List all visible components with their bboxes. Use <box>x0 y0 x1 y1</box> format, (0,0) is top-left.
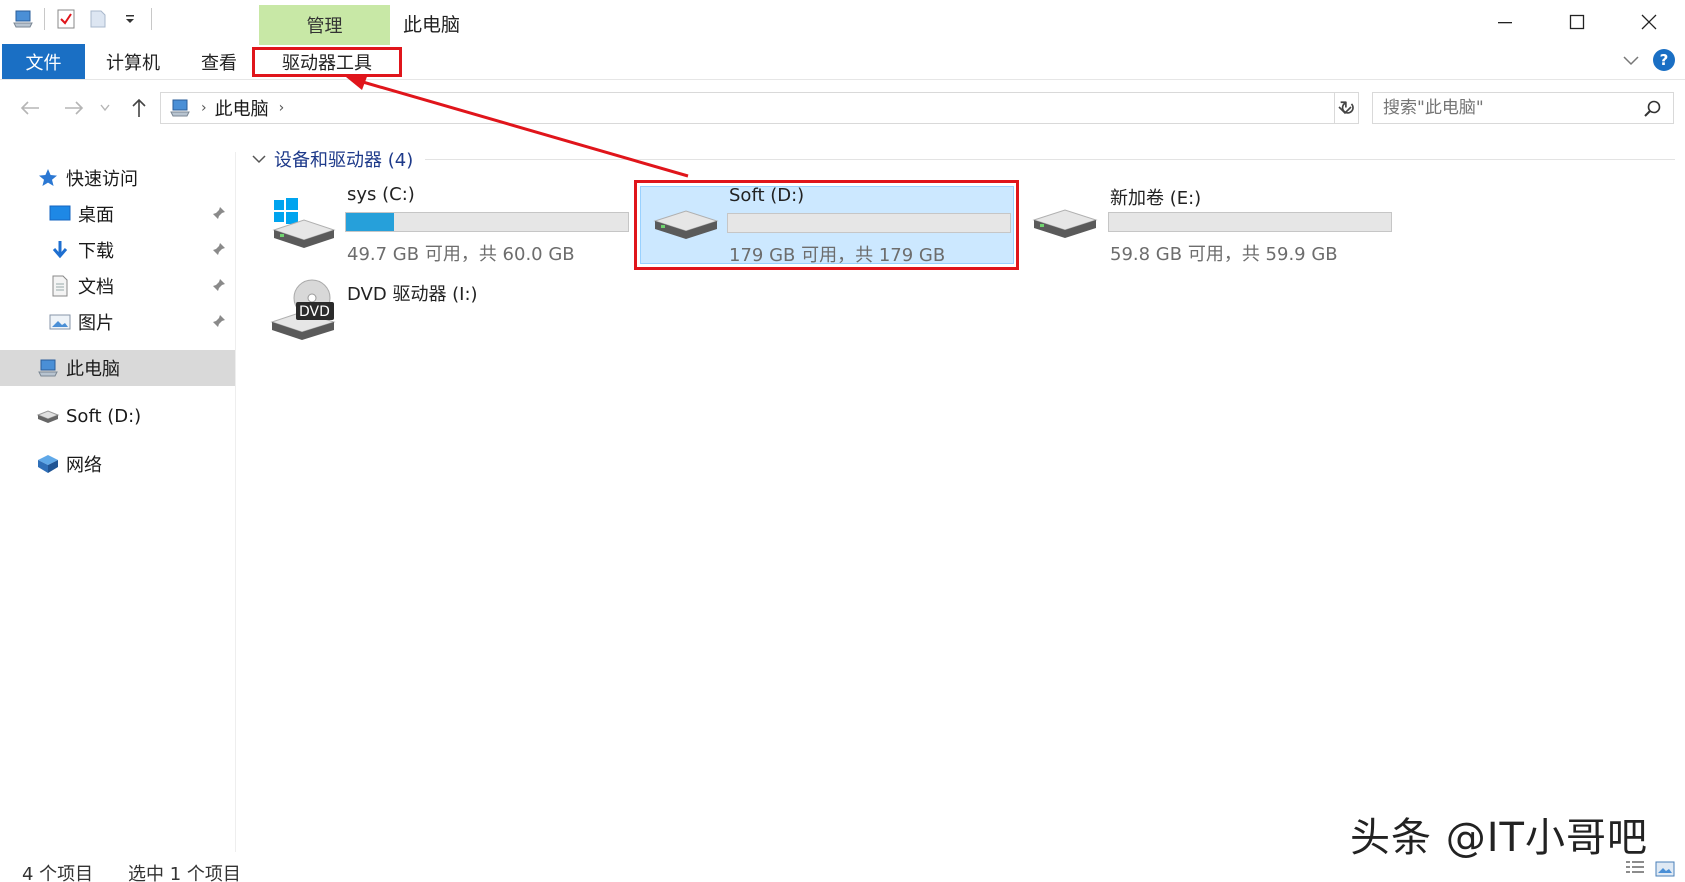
properties-icon[interactable] <box>55 8 77 30</box>
computer-icon <box>169 98 191 118</box>
forward-button[interactable] <box>60 94 88 122</box>
tab-view[interactable]: 查看 <box>196 44 242 79</box>
dvd-badge: DVD <box>299 304 330 320</box>
details-view-icon[interactable] <box>1625 860 1645 882</box>
sidebar-item-label: Soft (D:) <box>66 405 142 427</box>
desktop-icon <box>48 202 72 226</box>
back-button[interactable] <box>16 94 44 122</box>
address-bar[interactable]: › 此电脑 › <box>160 92 1359 124</box>
sidebar-item-label: 下载 <box>78 241 114 262</box>
back-arrow-icon <box>20 101 39 115</box>
computer-icon[interactable] <box>12 8 34 30</box>
sidebar-item-label: 桌面 <box>78 205 114 226</box>
drive-icon <box>36 404 60 428</box>
minimize-button[interactable] <box>1469 0 1541 44</box>
navigation-pane: 快速访问 桌面 下载 文档 图片 此电脑 Soft (D:) 网络 <box>0 152 236 852</box>
drive-tile-dvd[interactable]: DVD DVD 驱动器 (I:) <box>252 276 632 366</box>
ribbon-tab-bar: 文件 计算机 查看 驱动器工具 ? <box>0 44 1685 80</box>
sidebar-item-label: 文档 <box>78 277 114 298</box>
sidebar-item-desktop[interactable]: 桌面 <box>0 196 235 232</box>
drive-name: sys (C:) <box>347 184 415 205</box>
network-icon <box>36 452 60 476</box>
sidebar-item-documents[interactable]: 文档 <box>0 268 235 304</box>
sidebar-item-network[interactable]: 网络 <box>0 446 235 482</box>
maximize-icon <box>1569 14 1585 30</box>
section-divider <box>425 159 1675 160</box>
maximize-button[interactable] <box>1541 0 1613 44</box>
watermark-text: 头条 @IT小哥吧 <box>1350 815 1648 861</box>
drive-tile-e[interactable]: 新加卷 (E:) 59.8 GB 可用，共 59.9 GB <box>1022 180 1402 270</box>
drive-name: DVD 驱动器 (I:) <box>347 284 478 305</box>
tab-drive-tools[interactable]: 驱动器工具 <box>252 47 402 77</box>
chevron-down-icon <box>100 104 110 112</box>
view-toggle <box>1625 860 1675 882</box>
refresh-icon[interactable]: ↻ <box>1334 92 1360 124</box>
computer-icon <box>36 356 60 380</box>
close-icon <box>1641 14 1657 30</box>
pin-icon[interactable] <box>212 312 226 333</box>
annotation-arrow <box>346 74 689 178</box>
annotation-highlight-box <box>634 180 1019 270</box>
drive-tile-c[interactable]: sys (C:) 49.7 GB 可用，共 60.0 GB <box>252 180 632 270</box>
sidebar-item-soft-drive[interactable]: Soft (D:) <box>0 398 235 434</box>
section-header-devices[interactable]: 设备和驱动器 (4) <box>252 146 413 172</box>
ribbon-right-controls: ? <box>1623 49 1675 71</box>
help-icon[interactable]: ? <box>1653 49 1675 71</box>
customize-dropdown-icon[interactable] <box>119 8 141 30</box>
window-controls <box>1469 0 1685 44</box>
selection-count: 选中 1 个项目 <box>128 864 241 882</box>
chevron-down-icon <box>252 155 266 164</box>
pin-icon[interactable] <box>212 276 226 297</box>
tab-computer[interactable]: 计算机 <box>96 44 170 79</box>
sidebar-item-this-pc[interactable]: 此电脑 <box>0 350 235 386</box>
breadcrumb-this-pc[interactable]: 此电脑 <box>215 95 269 121</box>
pin-icon[interactable] <box>212 240 226 261</box>
download-arrow-icon <box>48 238 72 262</box>
window-title: 此电脑 <box>403 14 461 36</box>
sidebar-item-quick-access[interactable]: 快速访问 <box>0 160 235 196</box>
drive-icon <box>1032 206 1098 250</box>
title-bar: 管理 此电脑 <box>0 0 1685 45</box>
sidebar-item-label: 图片 <box>78 313 114 334</box>
new-folder-icon[interactable] <box>87 8 109 30</box>
pin-icon[interactable] <box>212 204 226 225</box>
breadcrumb-chevron-icon[interactable]: › <box>201 100 207 116</box>
document-icon <box>48 274 72 298</box>
minimize-icon <box>1498 22 1512 24</box>
toolbar-separator <box>151 8 152 30</box>
up-arrow-icon <box>132 98 146 117</box>
sidebar-item-downloads[interactable]: 下载 <box>0 232 235 268</box>
tab-file[interactable]: 文件 <box>2 44 85 79</box>
sidebar-item-label: 网络 <box>66 455 102 476</box>
drive-usage-fill <box>346 213 394 231</box>
close-button[interactable] <box>1613 0 1685 44</box>
drive-free-space: 59.8 GB 可用，共 59.9 GB <box>1110 244 1338 265</box>
navigation-bar: › 此电脑 › ↻ <box>0 88 1685 128</box>
quick-access-toolbar <box>12 8 152 30</box>
search-icon[interactable] <box>1644 100 1662 122</box>
forward-arrow-icon <box>65 101 84 115</box>
drive-usage-bar <box>345 212 629 232</box>
expand-ribbon-chevron-icon[interactable] <box>1623 51 1639 70</box>
manage-context-tab[interactable]: 管理 <box>259 5 390 45</box>
breadcrumb-chevron-icon[interactable]: › <box>279 100 285 116</box>
picture-icon <box>48 310 72 334</box>
drive-free-space: 49.7 GB 可用，共 60.0 GB <box>347 244 575 265</box>
star-icon <box>36 166 60 190</box>
toolbar-separator <box>44 8 45 30</box>
large-icons-view-icon[interactable] <box>1655 860 1675 882</box>
sidebar-item-label: 此电脑 <box>66 359 120 380</box>
drive-usage-bar <box>1108 212 1392 232</box>
section-title: 设备和驱动器 (4) <box>274 150 414 171</box>
item-count: 4 个项目 <box>22 864 94 882</box>
search-input[interactable] <box>1372 92 1674 124</box>
sidebar-item-label: 快速访问 <box>66 169 138 190</box>
drive-name: 新加卷 (E:) <box>1110 188 1202 209</box>
recent-locations-button[interactable] <box>98 94 112 122</box>
sidebar-item-pictures[interactable]: 图片 <box>0 304 235 340</box>
up-button[interactable] <box>126 94 152 122</box>
windows-drive-icon <box>268 196 338 256</box>
